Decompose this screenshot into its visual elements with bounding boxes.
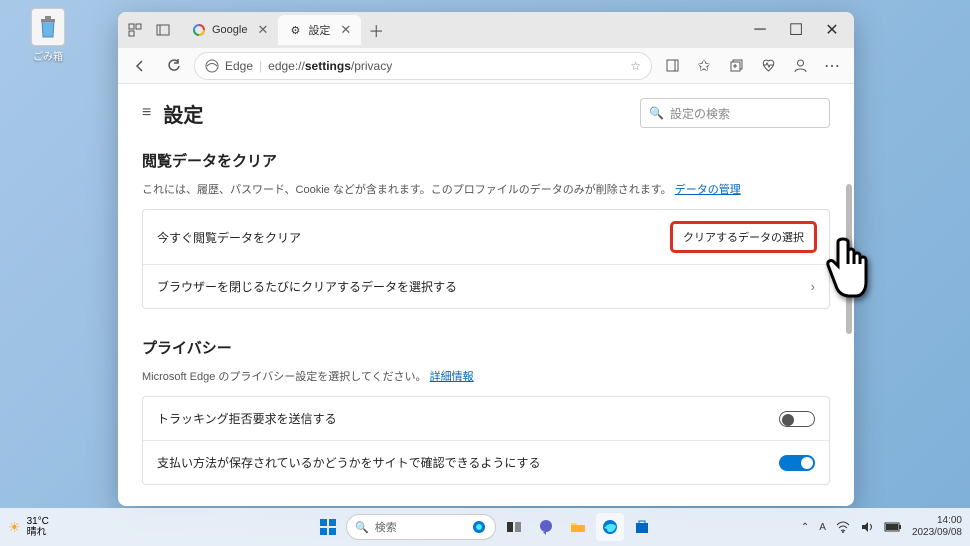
address-bar: Edge | edge://settings/privacy ☆ ✩ ⋯ — [118, 48, 854, 84]
row-label: 今すぐ閲覧データをクリア — [157, 229, 301, 246]
favorites-icon[interactable]: ✩ — [690, 52, 718, 80]
start-button[interactable] — [314, 513, 342, 541]
desktop-recycle-bin[interactable]: ごみ箱 — [28, 8, 68, 63]
recycle-bin-icon — [31, 8, 65, 46]
battery-icon[interactable] — [884, 521, 902, 533]
recycle-bin-label: ごみ箱 — [28, 48, 68, 63]
profile-icon[interactable] — [786, 52, 814, 80]
payment-check-row: 支払い方法が保存されているかどうかをサイトで確認できるようにする — [143, 440, 829, 484]
wifi-icon[interactable] — [836, 520, 850, 534]
clear-data-section: 閲覧データをクリア これには、履歴、パスワード、Cookie などが含まれます。… — [142, 150, 830, 309]
volume-icon[interactable] — [860, 520, 874, 534]
hamburger-icon[interactable]: ≡ — [142, 104, 151, 122]
time: 14:00 — [912, 515, 962, 527]
page-title: 設定 — [163, 99, 203, 128]
new-tab-button[interactable]: ＋ — [365, 19, 387, 41]
search-placeholder: 設定の検索 — [670, 105, 730, 122]
clear-on-close-row[interactable]: ブラウザーを閉じるたびにクリアするデータを選択する › — [143, 264, 829, 308]
health-icon[interactable] — [754, 52, 782, 80]
minimize-button[interactable]: ─ — [742, 12, 778, 48]
tray-chevron-icon[interactable]: ⌃ — [801, 522, 809, 533]
edge-icon — [205, 59, 219, 73]
titlebar: Google ✕ ⚙ 設定 ✕ ＋ ─ ☐ ✕ — [118, 12, 854, 48]
section-desc: Microsoft Edge のプライバシー設定を選択してください。 詳細情報 — [142, 368, 830, 384]
task-view-button[interactable] — [500, 513, 528, 541]
google-favicon-icon — [192, 23, 206, 37]
weather-temp: 31°C — [27, 516, 49, 527]
choose-clear-data-button[interactable]: クリアするデータの選択 — [672, 223, 815, 251]
settings-search-input[interactable]: 🔍 設定の検索 — [640, 98, 830, 128]
chevron-right-icon: › — [811, 279, 815, 294]
row-label: 支払い方法が保存されているかどうかをサイトで確認できるようにする — [157, 454, 541, 471]
do-not-track-toggle[interactable] — [779, 411, 815, 427]
section-title: プライバシー — [142, 337, 830, 358]
search-icon: 🔍 — [355, 521, 369, 534]
store-button[interactable] — [628, 513, 656, 541]
more-icon[interactable]: ⋯ — [818, 52, 846, 80]
close-window-button[interactable]: ✕ — [814, 12, 850, 48]
star-icon[interactable]: ☆ — [630, 59, 641, 73]
chat-button[interactable] — [532, 513, 560, 541]
collections-icon[interactable] — [722, 52, 750, 80]
tab-label: Google — [212, 24, 247, 36]
close-icon[interactable]: ✕ — [257, 22, 268, 38]
weather-cond: 晴れ — [27, 527, 49, 538]
clear-now-row: 今すぐ閲覧データをクリア クリアするデータの選択 — [143, 210, 829, 264]
tab-strip: Google ✕ ⚙ 設定 ✕ ＋ — [182, 15, 740, 45]
manage-data-link[interactable]: データの管理 — [675, 184, 741, 196]
tab-label: 設定 — [308, 22, 330, 38]
edge-button[interactable] — [596, 513, 624, 541]
search-icon: 🔍 — [649, 106, 664, 120]
explorer-button[interactable] — [564, 513, 592, 541]
tab-google[interactable]: Google ✕ — [182, 15, 278, 45]
taskbar-clock[interactable]: 14:00 2023/09/08 — [912, 515, 962, 539]
row-label: ブラウザーを閉じるたびにクリアするデータを選択する — [157, 278, 457, 295]
window-controls: ─ ☐ ✕ — [742, 12, 850, 48]
privacy-section: プライバシー Microsoft Edge のプライバシー設定を選択してください… — [142, 337, 830, 485]
tab-actions-icon[interactable] — [150, 17, 176, 43]
section-desc: これには、履歴、パスワード、Cookie などが含まれます。このプロファイルのデ… — [142, 181, 830, 197]
payment-check-toggle[interactable] — [779, 455, 815, 471]
section-title: 閲覧データをクリア — [142, 150, 830, 171]
taskbar: ☀ 31°C 晴れ 🔍 検索 ⌃ A 14:00 2023/09/08 — [0, 508, 970, 546]
ime-indicator[interactable]: A — [819, 522, 826, 533]
privacy-learn-more-link[interactable]: 詳細情報 — [430, 371, 474, 383]
workspaces-icon[interactable] — [122, 17, 148, 43]
gear-icon: ⚙ — [288, 23, 302, 37]
settings-page: ≡ 設定 🔍 設定の検索 閲覧データをクリア これには、履歴、パスワード、Coo… — [118, 84, 854, 506]
close-icon[interactable]: ✕ — [340, 22, 351, 38]
search-placeholder: 検索 — [375, 519, 397, 535]
row-label: トラッキング拒否要求を送信する — [157, 410, 337, 427]
refresh-button[interactable] — [160, 52, 188, 80]
omnibox[interactable]: Edge | edge://settings/privacy ☆ — [194, 52, 652, 80]
do-not-track-row: トラッキング拒否要求を送信する — [143, 397, 829, 440]
taskbar-search-input[interactable]: 🔍 検索 — [346, 514, 496, 540]
date: 2023/09/08 — [912, 527, 962, 539]
url-prefix: Edge — [225, 59, 253, 73]
sun-icon: ☀ — [8, 519, 21, 536]
browser-window: Google ✕ ⚙ 設定 ✕ ＋ ─ ☐ ✕ Edge | edge://se… — [118, 12, 854, 506]
scrollbar[interactable] — [846, 184, 852, 334]
tab-settings[interactable]: ⚙ 設定 ✕ — [278, 15, 361, 45]
copilot-icon — [471, 519, 487, 535]
url-text: edge://settings/privacy — [268, 59, 624, 73]
maximize-button[interactable]: ☐ — [778, 12, 814, 48]
taskbar-weather[interactable]: ☀ 31°C 晴れ — [8, 516, 49, 538]
sidebar-icon[interactable] — [658, 52, 686, 80]
back-button[interactable] — [126, 52, 154, 80]
